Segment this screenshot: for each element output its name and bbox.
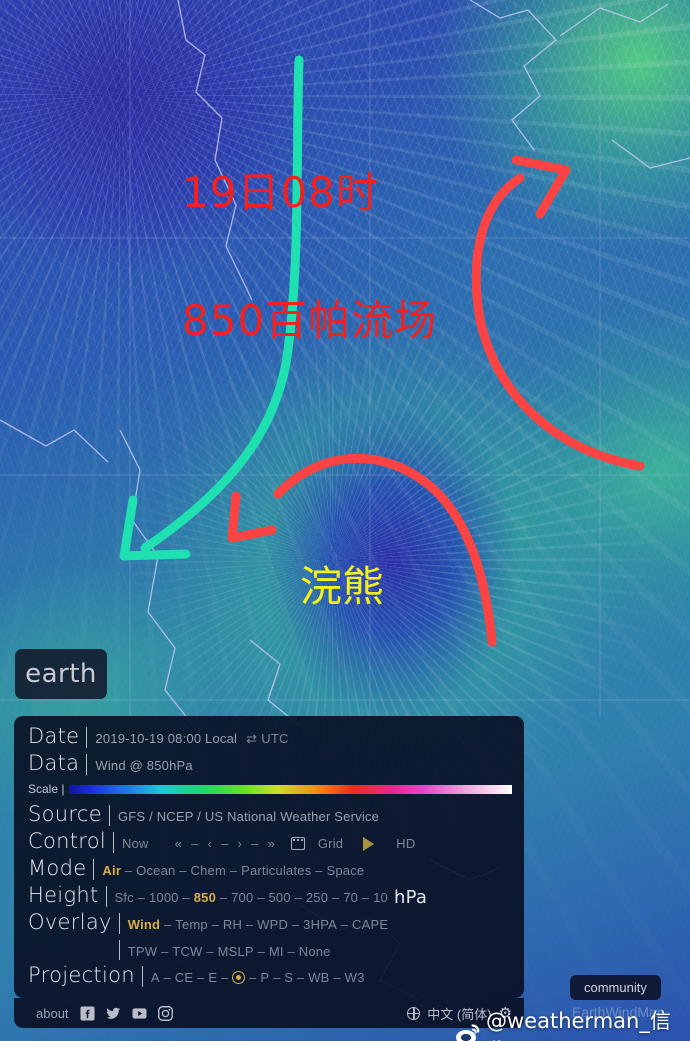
height-unit: hPa bbox=[394, 887, 428, 908]
mode-option-chem[interactable]: Chem bbox=[191, 863, 226, 878]
mode-label: Mode bbox=[28, 856, 87, 880]
scale-label: Scale | bbox=[28, 782, 65, 796]
projection-option-wb[interactable]: WB bbox=[308, 970, 329, 985]
height-row: Height Sfc – 1000 – 850 – 700 – 500 – 25… bbox=[28, 883, 428, 908]
height-option-sfc[interactable]: Sfc bbox=[115, 890, 134, 905]
earth-logo-button[interactable]: earth bbox=[15, 649, 107, 699]
control-panel: Date 2019-10-19 08:00 Local ⇄ UTC Data W… bbox=[14, 716, 524, 998]
projection-row: Projection A – CE – E – – P – S – WB – W… bbox=[28, 963, 365, 987]
height-option-1000[interactable]: 1000 bbox=[149, 890, 179, 905]
divider bbox=[86, 754, 88, 775]
screenshot-root: 19日08时 850百帕流场 浣熊 earth Date 2019-10-19 … bbox=[0, 0, 690, 1041]
scale-gradient-bar bbox=[69, 784, 512, 794]
control-now-button[interactable]: Now bbox=[122, 836, 149, 851]
projection-option-p[interactable]: P bbox=[260, 970, 269, 985]
height-option-850[interactable]: 850 bbox=[194, 890, 216, 905]
overlay-option-none[interactable]: None bbox=[299, 944, 331, 959]
height-option-700[interactable]: 700 bbox=[231, 890, 253, 905]
projection-option-o[interactable] bbox=[232, 971, 246, 984]
overlay-option-3hpa[interactable]: 3HPA bbox=[303, 917, 337, 932]
date-label: Date bbox=[28, 724, 80, 748]
height-option-250[interactable]: 250 bbox=[306, 890, 328, 905]
grid-toggle[interactable]: Grid bbox=[318, 836, 343, 851]
projection-option-a[interactable]: A bbox=[151, 970, 160, 985]
hd-toggle[interactable]: HD bbox=[396, 836, 415, 851]
overlay-option-tcw[interactable]: TCW bbox=[172, 944, 202, 959]
overlay-option-wpd[interactable]: WPD bbox=[257, 917, 288, 932]
annotation-title-line1: 19日08时 bbox=[182, 167, 379, 217]
scale-row: Scale | bbox=[28, 778, 512, 800]
divider bbox=[86, 727, 88, 748]
source-row: Source GFS / NCEP / US National Weather … bbox=[28, 802, 512, 829]
control-nav-prev[interactable]: ‹ bbox=[208, 836, 213, 851]
divider bbox=[113, 832, 115, 853]
control-nav-dash-1: – bbox=[191, 836, 199, 851]
about-link[interactable]: about bbox=[36, 1006, 69, 1021]
data-row: Data Wind @ 850hPa bbox=[28, 751, 512, 778]
annotation-typhoon-name: 浣熊 bbox=[300, 562, 385, 611]
mode-row: Mode Air – Ocean – Chem – Particulates –… bbox=[28, 856, 365, 880]
date-row: Date 2019-10-19 08:00 Local ⇄ UTC bbox=[28, 724, 512, 751]
data-value: Wind @ 850hPa bbox=[95, 758, 193, 773]
weibo-eye-icon bbox=[455, 1024, 481, 1041]
control-nav-next[interactable]: › bbox=[237, 836, 242, 851]
annotation-title-line2: 850百帕流场 bbox=[182, 296, 438, 346]
footer-bar: about 中文 (简体) ⚙ bbox=[14, 998, 524, 1028]
divider bbox=[93, 859, 95, 880]
date-value: 2019-10-19 08:00 Local bbox=[95, 731, 238, 746]
source-label: Source bbox=[28, 802, 102, 826]
mode-option-ocean[interactable]: Ocean bbox=[136, 863, 175, 878]
mode-option-particulates[interactable]: Particulates bbox=[241, 863, 311, 878]
overlay-option-temp[interactable]: Temp bbox=[175, 917, 208, 932]
annotation-title: 19日08时 850百帕流场 bbox=[182, 86, 437, 429]
utc-toggle[interactable]: UTC bbox=[261, 731, 288, 746]
projection-label: Projection bbox=[28, 963, 135, 987]
height-option-500[interactable]: 500 bbox=[268, 890, 290, 905]
height-option-10[interactable]: 10 bbox=[373, 890, 388, 905]
overlay-option-tpw[interactable]: TPW bbox=[128, 944, 157, 959]
mode-option-air[interactable]: Air bbox=[102, 863, 121, 878]
youtube-icon[interactable] bbox=[132, 1006, 147, 1021]
overlay-option-wind[interactable]: Wind bbox=[128, 917, 160, 932]
control-label: Control bbox=[28, 829, 107, 853]
control-row: Control Now « – ‹ – › – » Grid HD bbox=[28, 829, 512, 856]
overlay-row: Overlay Wind – Temp – RH – WPD – 3HPA – … bbox=[28, 910, 389, 934]
control-nav-dash-3: – bbox=[251, 836, 259, 851]
overlay-row-2: Overlay TPW – TCW – MSLP – MI – None bbox=[28, 937, 512, 963]
facebook-icon[interactable] bbox=[80, 1005, 95, 1021]
calendar-icon[interactable] bbox=[290, 837, 305, 850]
swap-arrows-icon[interactable]: ⇄ bbox=[246, 731, 257, 747]
weibo-watermark: @weatherman_信欣 bbox=[455, 1005, 690, 1041]
play-icon[interactable] bbox=[363, 836, 375, 851]
projection-option-ce[interactable]: CE bbox=[175, 970, 193, 985]
overlay-label: Overlay bbox=[28, 910, 112, 934]
projection-option-e[interactable]: E bbox=[208, 970, 217, 985]
height-label: Height bbox=[28, 883, 99, 907]
community-label: community bbox=[584, 980, 647, 995]
projection-option-s[interactable]: S bbox=[284, 970, 293, 985]
earth-logo-label: earth bbox=[25, 659, 97, 689]
divider bbox=[105, 886, 107, 907]
divider bbox=[108, 805, 110, 826]
divider bbox=[141, 966, 143, 987]
source-value: GFS / NCEP / US National Weather Service bbox=[117, 809, 380, 824]
overlay-option-cape[interactable]: CAPE bbox=[352, 917, 388, 932]
twitter-icon[interactable] bbox=[106, 1006, 121, 1021]
overlay-option-mslp[interactable]: MSLP bbox=[218, 944, 254, 959]
mode-option-space[interactable]: Space bbox=[326, 863, 364, 878]
control-nav-last[interactable]: » bbox=[267, 836, 274, 851]
data-label: Data bbox=[28, 751, 80, 775]
instagram-icon[interactable] bbox=[157, 1005, 173, 1021]
weibo-handle: @weatherman_信欣 bbox=[486, 1009, 671, 1041]
control-nav-first[interactable]: « bbox=[175, 836, 182, 851]
divider bbox=[118, 940, 120, 960]
globe-icon[interactable] bbox=[407, 1006, 421, 1020]
control-nav-dash-2: – bbox=[221, 836, 229, 851]
overlay-option-rh[interactable]: RH bbox=[223, 917, 242, 932]
overlay-option-mi[interactable]: MI bbox=[269, 944, 284, 959]
height-option-70[interactable]: 70 bbox=[343, 890, 358, 905]
projection-option-w3[interactable]: W3 bbox=[345, 970, 365, 985]
community-tooltip[interactable]: community bbox=[570, 975, 661, 1000]
divider bbox=[118, 913, 120, 934]
